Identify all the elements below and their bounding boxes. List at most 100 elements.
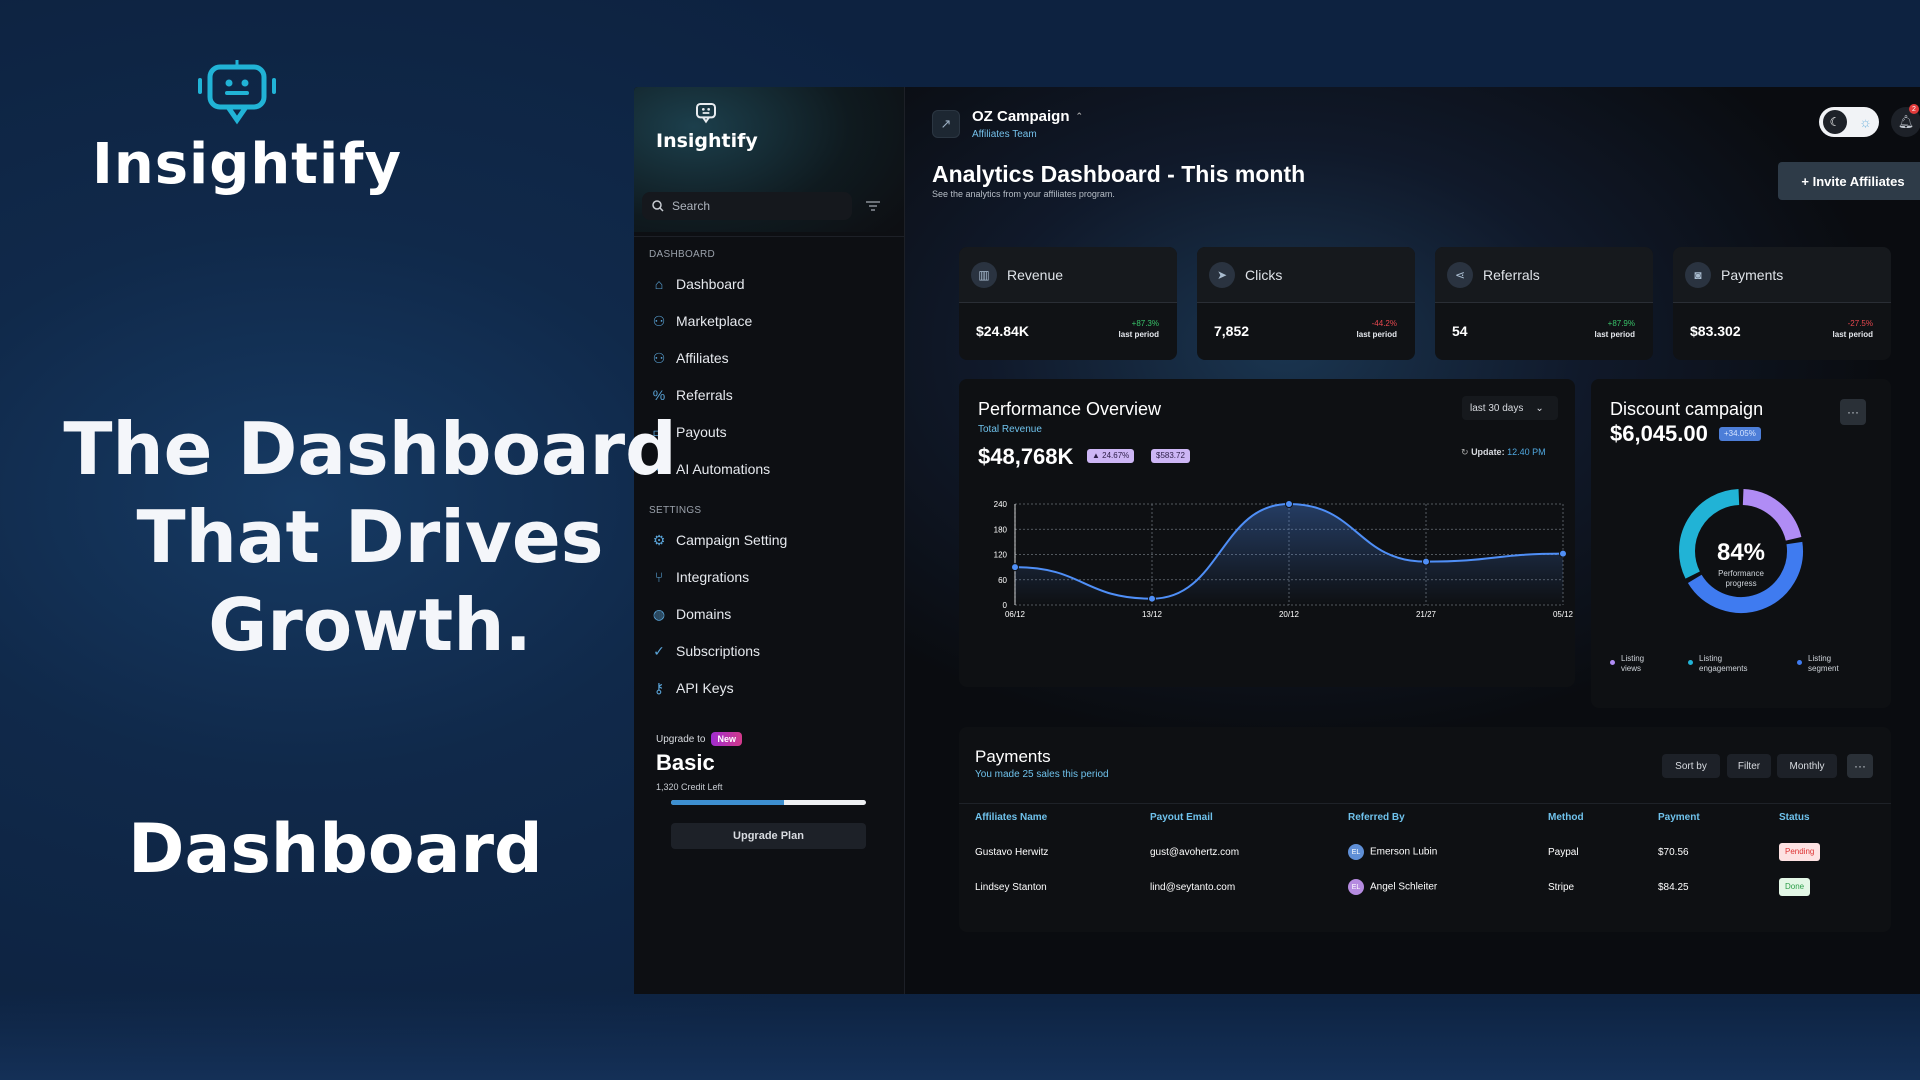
data-point [1422,557,1430,566]
search-placeholder: Search [672,199,711,213]
sidebar-item-affiliates[interactable]: ⚇ Affiliates [652,347,729,369]
share-icon: ⋖ [1447,261,1473,288]
column-header[interactable]: Status [1779,812,1810,823]
status-badge: Done [1779,878,1811,896]
stat-card-clicks[interactable]: ➤ Clicks 7,852 -44.2% last period [1197,247,1415,360]
x-tick-label: 21/27 [1416,610,1437,619]
brand-logo: Insightify [92,58,403,197]
stat-card-payments[interactable]: ◙ Payments $83.302 -27.5% last period [1673,247,1891,360]
column-header[interactable]: Payout Email [1150,812,1213,823]
x-tick-label: 06/12 [1005,610,1026,619]
cell-email: gust@avohertz.com [1150,847,1240,858]
invite-affiliates-button[interactable]: + Invite Affiliates [1778,162,1920,200]
cell-method: Paypal [1548,847,1579,858]
legend-label-line2: engagements [1699,664,1748,673]
stat-label: Revenue [1007,266,1064,283]
legend-listing-engagements: Listing engagements [1688,654,1747,674]
credit-progress-bar [671,800,866,805]
notification-badge: 2 [1909,104,1919,114]
cell-referred-by: EL Angel Schleiter [1348,879,1437,895]
key-icon: ⚷ [653,679,665,696]
filter-button[interactable]: Filter [1727,754,1771,778]
background-bottom [0,990,1920,1080]
sidebar-logo[interactable]: Insightify [656,101,758,152]
legend-label-line2: views [1621,664,1642,673]
donut-label-line1: Performance [1718,569,1764,578]
monthly-button[interactable]: Monthly [1777,754,1837,778]
percent-icon: % [652,387,666,403]
stat-value: $83.302 [1690,323,1741,339]
campaign-chart-icon: ↗ [932,110,960,138]
cell-method: Stripe [1548,882,1575,893]
search-icon [652,200,664,212]
chart-icon: ▥ [971,261,997,288]
new-badge: New [711,732,742,746]
sidebar-item-api-keys[interactable]: ⚷ API Keys [652,677,734,699]
payments-subtitle: You made 25 sales this period [975,769,1109,780]
cell-referred-by: EL Emerson Lubin [1348,844,1437,860]
data-point [1148,594,1156,603]
theme-toggle[interactable]: ☾ ☼ [1819,107,1879,137]
stat-change: -44.2% [1371,319,1397,328]
search-input[interactable]: Search [642,192,852,220]
data-point [1285,500,1293,508]
x-tick-label: 05/12 [1553,610,1574,619]
y-tick-label: 180 [994,525,1008,534]
headline-line-1: The Dashboard [63,407,677,491]
home-icon: ⌂ [654,276,664,292]
cell-email: lind@seytanto.com [1150,882,1236,893]
column-header[interactable]: Method [1548,812,1584,823]
campaign-selector[interactable]: OZ Campaign ⌃ [972,108,1083,125]
status-badge: Pending [1779,843,1821,861]
stat-card-revenue[interactable]: ▥ Revenue $24.84K +87.3% last period [959,247,1177,360]
sidebar-item-dashboard[interactable]: ⌂ Dashboard [652,273,745,295]
discount-campaign-card: Discount campaign $6,045.00 +34.05% ··· … [1591,379,1891,708]
data-point [1011,563,1019,572]
data-point [1559,549,1567,558]
sidebar-item-marketplace[interactable]: ⚇ Marketplace [652,310,753,332]
page-title: Analytics Dashboard - This month [932,161,1306,187]
sidebar-item-label: Dashboard [676,276,745,292]
donut-label: Performance progress [1686,569,1796,589]
stat-period: last period [1594,330,1635,339]
performance-overview-card: Performance Overview Total Revenue $48,7… [959,379,1575,687]
x-tick-label: 20/12 [1279,610,1300,619]
legend-listing-segment: Listing segment [1797,654,1839,674]
upgrade-to-label: Upgrade to [656,733,706,745]
stat-value: $24.84K [976,323,1029,339]
moon-icon: ☾ [1823,110,1847,134]
section-dashboard-label: DASHBOARD [649,249,716,260]
filter-icon[interactable] [866,198,880,214]
sidebar-logo-name: Insightify [656,130,758,152]
avatar: EL [1348,879,1364,895]
plan-name: Basic [656,750,715,775]
robot-icon [696,103,716,124]
upgrade-card: Upgrade to New Basic 1,320 Credit Left Up… [656,732,866,849]
column-header[interactable]: Referred By [1348,812,1405,823]
sun-icon: ☼ [1859,114,1872,130]
stat-period: last period [1832,330,1873,339]
sidebar-item-referrals[interactable]: % Referrals [652,384,733,406]
upgrade-plan-button[interactable]: Upgrade Plan [671,823,866,849]
column-header[interactable]: Affiliates Name [975,812,1047,823]
legend-label-line2: segment [1808,664,1839,673]
cell-payment: $70.56 [1658,847,1689,858]
avatar: EL [1348,844,1364,860]
sidebar-item-label: Marketplace [676,313,753,329]
cell-payment: $84.25 [1658,882,1689,893]
chevron-updown-icon: ⌃ [1075,111,1084,121]
y-tick-label: 60 [998,576,1007,585]
brand-name: Insightify [92,132,403,197]
page-subtitle: See the analytics from your affiliates p… [932,189,1115,199]
payments-title: Payments [975,747,1051,766]
stat-change: +87.9% [1607,319,1635,328]
sort-by-button[interactable]: Sort by [1662,754,1720,778]
more-icon[interactable]: ··· [1847,754,1873,778]
stat-card-referrals[interactable]: ⋖ Referrals 54 +87.9% last period [1435,247,1653,360]
stat-label: Clicks [1245,266,1283,283]
column-header[interactable]: Payment [1658,812,1700,823]
credit-progress-fill [671,800,785,805]
main-content: ↗ OZ Campaign ⌃ Affiliates Team ☾ ☼ 🔔︎ 2 A… [905,87,1920,994]
legend-label-line1: Listing [1699,654,1723,663]
donut-segment [1742,489,1802,541]
